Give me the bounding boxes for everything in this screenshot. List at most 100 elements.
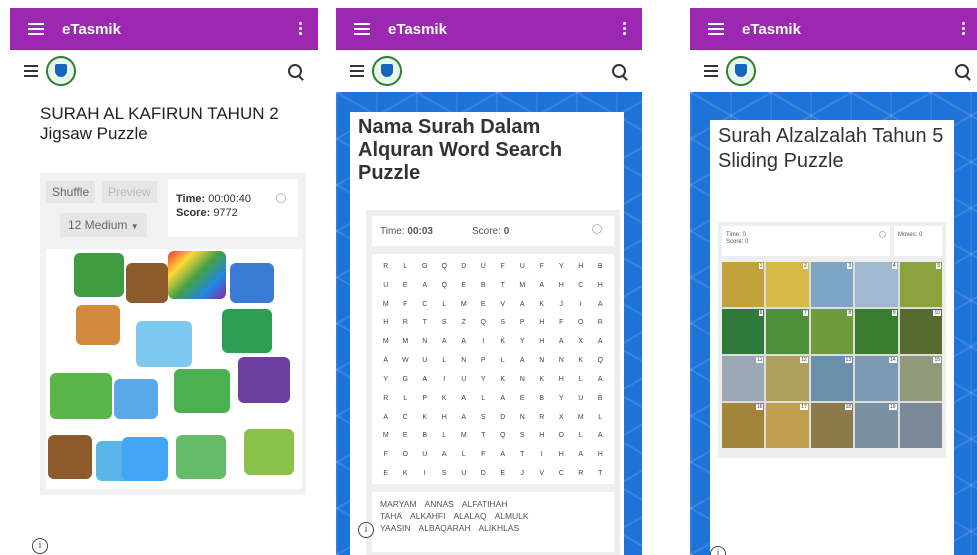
grid-letter[interactable]: L [571,371,591,390]
grid-letter[interactable]: P [415,390,435,409]
info-icon[interactable]: i [710,546,726,555]
more-options-icon[interactable] [962,22,965,35]
puzzle-tile[interactable]: 15 [899,356,942,401]
difficulty-select[interactable]: 12 Medium ▼ [60,213,147,237]
grid-letter[interactable]: A [454,409,474,428]
more-options-icon[interactable] [299,22,302,35]
puzzle-tile[interactable]: 8 [810,309,854,354]
grid-letter[interactable]: T [474,427,494,446]
jigsaw-piece[interactable] [230,263,274,303]
grid-letter[interactable]: L [571,427,591,446]
search-icon[interactable] [288,64,302,78]
grid-letter[interactable]: L [396,258,416,277]
grid-letter[interactable]: R [571,465,591,484]
grid-letter[interactable]: L [474,390,494,409]
site-logo[interactable] [726,56,756,86]
jigsaw-piece[interactable] [48,435,92,479]
grid-letter[interactable]: E [493,465,513,484]
grid-letter[interactable]: H [552,371,572,390]
search-icon[interactable] [612,64,626,78]
grid-letter[interactable]: H [591,277,611,296]
grid-letter[interactable]: B [415,427,435,446]
grid-letter[interactable]: S [474,409,494,428]
puzzle-tile[interactable]: 5 [899,262,942,307]
grid-letter[interactable]: Y [552,390,572,409]
grid-letter[interactable]: K [493,371,513,390]
grid-letter[interactable]: X [571,333,591,352]
shuffle-button[interactable]: Shuffle [46,181,96,203]
grid-letter[interactable]: F [493,258,513,277]
puzzle-tile[interactable]: 18 [810,403,854,448]
grid-letter[interactable]: F [474,446,494,465]
puzzle-tile[interactable]: 14 [855,356,898,401]
grid-letter[interactable]: H [552,277,572,296]
grid-letter[interactable]: L [435,352,455,371]
grid-letter[interactable]: U [454,465,474,484]
grid-letter[interactable]: D [454,258,474,277]
grid-letter[interactable]: B [474,277,494,296]
help-icon[interactable] [276,193,286,203]
grid-letter[interactable]: M [454,296,474,315]
grid-letter[interactable]: L [435,427,455,446]
grid-letter[interactable]: R [376,390,396,409]
info-icon[interactable]: i [32,538,48,554]
grid-letter[interactable]: L [396,390,416,409]
jigsaw-piece[interactable] [76,305,120,345]
puzzle-tile[interactable]: 17 [766,403,809,448]
grid-letter[interactable]: O [552,427,572,446]
grid-letter[interactable]: K [532,296,552,315]
grid-letter[interactable]: L [435,296,455,315]
jigsaw-piece[interactable] [122,437,168,481]
grid-letter[interactable]: C [552,465,572,484]
grid-letter[interactable]: V [493,296,513,315]
grid-letter[interactable]: H [532,314,552,333]
jigsaw-piece[interactable] [244,429,294,475]
grid-letter[interactable]: Y [552,258,572,277]
puzzle-tile[interactable]: 2 [766,262,809,307]
puzzle-tile[interactable]: 13 [810,356,854,401]
grid-letter[interactable]: K [493,333,513,352]
grid-letter[interactable]: M [571,409,591,428]
letter-grid[interactable]: RLGQDUFUFYHBUEAQEBTMAHCHMFCLMEVAKJIAHRTS… [372,254,614,484]
puzzle-tile[interactable]: 16 [722,403,765,448]
grid-letter[interactable]: U [415,352,435,371]
grid-letter[interactable]: T [493,277,513,296]
grid-letter[interactable]: K [571,352,591,371]
grid-letter[interactable]: O [571,314,591,333]
grid-letter[interactable]: F [396,296,416,315]
grid-letter[interactable]: K [396,465,416,484]
grid-letter[interactable]: A [513,352,533,371]
grid-letter[interactable]: L [591,409,611,428]
site-menu-icon[interactable] [24,65,38,77]
grid-letter[interactable]: H [376,314,396,333]
grid-letter[interactable]: B [591,258,611,277]
grid-letter[interactable]: L [454,446,474,465]
grid-letter[interactable]: S [493,314,513,333]
grid-letter[interactable]: F [376,446,396,465]
grid-letter[interactable]: A [571,446,591,465]
grid-letter[interactable]: A [591,296,611,315]
grid-letter[interactable]: A [435,333,455,352]
grid-letter[interactable]: Q [435,277,455,296]
puzzle-tile[interactable]: 12 [766,356,809,401]
grid-letter[interactable]: O [396,446,416,465]
grid-letter[interactable]: U [415,446,435,465]
help-icon[interactable] [592,224,602,234]
grid-letter[interactable]: P [513,314,533,333]
grid-letter[interactable]: T [415,314,435,333]
grid-letter[interactable]: C [571,277,591,296]
puzzle-tile[interactable]: 11 [722,356,765,401]
jigsaw-piece[interactable] [50,373,112,419]
grid-letter[interactable]: H [532,333,552,352]
jigsaw-piece[interactable] [74,253,124,297]
grid-letter[interactable]: A [415,277,435,296]
grid-letter[interactable]: E [474,296,494,315]
grid-letter[interactable]: M [454,427,474,446]
grid-letter[interactable]: J [552,296,572,315]
jigsaw-piece[interactable] [238,357,290,403]
puzzle-tile[interactable]: 1 [722,262,765,307]
search-icon[interactable] [955,64,969,78]
site-menu-icon[interactable] [350,65,364,77]
preview-button[interactable]: Preview [102,181,157,203]
grid-letter[interactable]: U [571,390,591,409]
